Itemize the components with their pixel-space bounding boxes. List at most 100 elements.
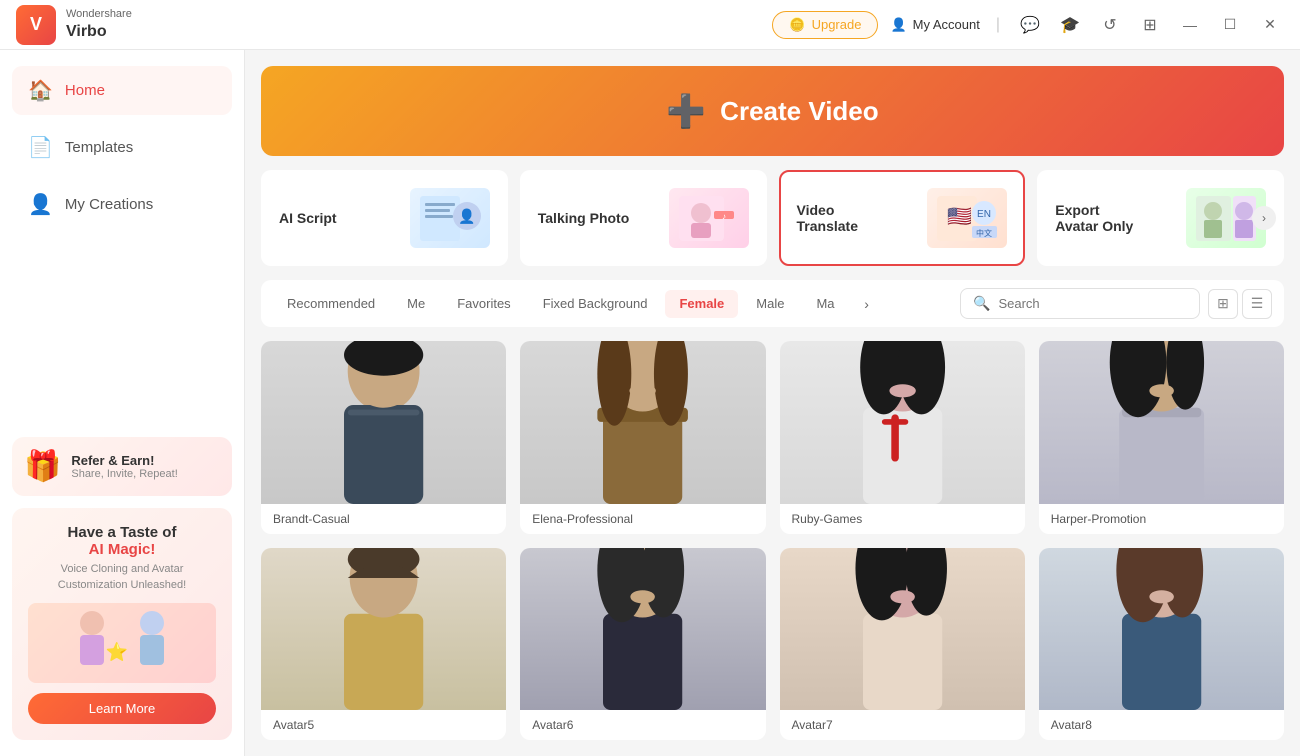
talking-photo-thumbnail: ♪	[669, 188, 749, 248]
svg-text:中文: 中文	[976, 228, 992, 238]
avatar-card-5[interactable]: Avatar5	[261, 548, 506, 741]
filter-tab-fixed-background[interactable]: Fixed Background	[529, 290, 662, 318]
titlebar-controls: 🪙 Upgrade 👤 My Account | 💬 🎓 ↺ ⊞ — ☐ ✕	[772, 11, 1284, 39]
titlebar: V Wondershare Virbo 🪙 Upgrade 👤 My Accou…	[0, 0, 1300, 50]
account-button[interactable]: 👤 My Account	[890, 17, 979, 33]
features-chevron-button[interactable]: ›	[1252, 206, 1276, 230]
feature-card-talking-photo[interactable]: Talking Photo ♪	[520, 170, 767, 266]
filter-tab-ma[interactable]: Ma	[802, 290, 848, 318]
logo-name: Virbo	[66, 22, 132, 41]
avatar-image-2	[520, 341, 765, 504]
coin-icon: 🪙	[789, 17, 805, 33]
create-video-label: Create Video	[720, 96, 878, 127]
ai-card-visual: ⭐	[28, 603, 216, 683]
avatar-card-6[interactable]: Avatar6	[520, 548, 765, 741]
refer-text: Refer & Earn! Share, Invite, Repeat!	[71, 453, 177, 480]
refresh-icon[interactable]: ↺	[1096, 11, 1124, 39]
avatar-name-4: Harper-Promotion	[1039, 504, 1284, 534]
ai-card-title: Have a Taste of	[28, 524, 216, 541]
svg-text:⭐: ⭐	[106, 641, 128, 662]
filter-tab-recommended[interactable]: Recommended	[273, 290, 389, 318]
create-video-icon: ➕	[666, 92, 706, 130]
view-icons: ⊞ ☰	[1208, 289, 1272, 319]
avatar-card-8[interactable]: Avatar8	[1039, 548, 1284, 741]
minimize-button[interactable]: —	[1176, 11, 1204, 39]
refer-card[interactable]: 🎁 Refer & Earn! Share, Invite, Repeat!	[12, 437, 232, 496]
sidebar-item-templates[interactable]: 📄 Templates	[12, 123, 232, 172]
sidebar-item-creations-label: My Creations	[65, 196, 153, 213]
main-layout: 🏠 Home 📄 Templates 👤 My Creations 🎁 Refe…	[0, 50, 1300, 756]
content-area: ➕ Create Video AI Script 👤	[245, 50, 1300, 756]
avatar-name-7: Avatar7	[780, 710, 1025, 740]
sidebar-item-templates-label: Templates	[65, 139, 133, 156]
logo-icon: V	[16, 5, 56, 45]
avatar-card-2[interactable]: Elena-Professional	[520, 341, 765, 534]
separator: |	[996, 16, 1000, 34]
avatar-card-3[interactable]: Ruby-Games	[780, 341, 1025, 534]
avatar-image-5	[261, 548, 506, 711]
search-box: 🔍	[960, 288, 1200, 319]
video-translate-thumbnail: 🇺🇸 EN 中文	[927, 188, 1007, 248]
home-icon: 🏠	[28, 78, 53, 103]
maximize-button[interactable]: ☐	[1216, 11, 1244, 39]
avatar-image-7	[780, 548, 1025, 711]
ai-card-highlight: AI Magic!	[28, 541, 216, 558]
filter-tabs: Recommended Me Favorites Fixed Backgroun…	[273, 290, 960, 318]
refer-subtitle: Share, Invite, Repeat!	[71, 468, 177, 480]
create-banner-content: ➕ Create Video	[666, 92, 878, 130]
avatar-name-8: Avatar8	[1039, 710, 1284, 740]
close-button[interactable]: ✕	[1256, 11, 1284, 39]
ai-magic-card: Have a Taste of AI Magic! Voice Cloning …	[12, 508, 232, 740]
svg-text:EN: EN	[977, 209, 991, 220]
avatar-card-1[interactable]: Brandt-Casual	[261, 341, 506, 534]
list-view-button[interactable]: ☰	[1242, 289, 1272, 319]
avatar-image-3	[780, 341, 1025, 504]
upgrade-label: Upgrade	[812, 17, 862, 32]
message-icon[interactable]: 💬	[1016, 11, 1044, 39]
search-icon: 🔍	[973, 295, 990, 312]
talking-photo-label: Talking Photo	[538, 210, 657, 226]
refer-icon: 🎁	[24, 449, 61, 484]
sidebar-item-home[interactable]: 🏠 Home	[12, 66, 232, 115]
ai-card-title-text: Have a Taste of	[68, 524, 177, 541]
ai-card-subtitle: Voice Cloning and Avatar Customization U…	[28, 562, 216, 593]
avatar-image-1	[261, 341, 506, 504]
sidebar-bottom: 🎁 Refer & Earn! Share, Invite, Repeat! H…	[12, 437, 232, 740]
logo-brand: Wondershare	[66, 8, 132, 21]
grid-icon[interactable]: ⊞	[1136, 11, 1164, 39]
create-video-banner[interactable]: ➕ Create Video	[261, 66, 1284, 156]
filter-tab-male[interactable]: Male	[742, 290, 798, 318]
gift-icon[interactable]: 🎓	[1056, 11, 1084, 39]
ai-script-label: AI Script	[279, 210, 398, 226]
refer-title: Refer & Earn!	[71, 453, 177, 468]
sidebar-item-home-label: Home	[65, 82, 105, 99]
search-input[interactable]	[998, 296, 1158, 311]
export-avatar-label: ExportAvatar Only	[1055, 202, 1174, 234]
filter-more-button[interactable]: ›	[853, 290, 881, 318]
filter-tab-female[interactable]: Female	[665, 290, 738, 318]
feature-card-video-translate[interactable]: VideoTranslate 🇺🇸 EN 中文	[779, 170, 1026, 266]
avatar-image-8	[1039, 548, 1284, 711]
svg-text:🇺🇸: 🇺🇸	[947, 206, 972, 228]
avatar-grid: Brandt-Casual Elena-Professional	[261, 341, 1284, 740]
ai-script-thumbnail: 👤	[410, 188, 490, 248]
account-label: My Account	[913, 17, 980, 32]
upgrade-button[interactable]: 🪙 Upgrade	[772, 11, 878, 39]
feature-card-export-avatar[interactable]: ExportAvatar Only ›	[1037, 170, 1284, 266]
avatar-card-4[interactable]: Harper-Promotion	[1039, 341, 1284, 534]
avatar-name-5: Avatar5	[261, 710, 506, 740]
feature-card-ai-script[interactable]: AI Script 👤	[261, 170, 508, 266]
avatar-card-7[interactable]: Avatar7	[780, 548, 1025, 741]
avatar-name-6: Avatar6	[520, 710, 765, 740]
account-icon: 👤	[890, 17, 906, 33]
filter-bar: Recommended Me Favorites Fixed Backgroun…	[261, 280, 1284, 327]
ai-card-visual-inner: ⭐	[28, 603, 216, 683]
avatar-image-6	[520, 548, 765, 711]
creations-icon: 👤	[28, 192, 53, 217]
filter-tab-favorites[interactable]: Favorites	[443, 290, 524, 318]
sidebar-item-my-creations[interactable]: 👤 My Creations	[12, 180, 232, 229]
learn-more-button[interactable]: Learn More	[28, 693, 216, 724]
logo-text: Wondershare Virbo	[66, 8, 132, 40]
grid-view-button[interactable]: ⊞	[1208, 289, 1238, 319]
filter-tab-me[interactable]: Me	[393, 290, 439, 318]
